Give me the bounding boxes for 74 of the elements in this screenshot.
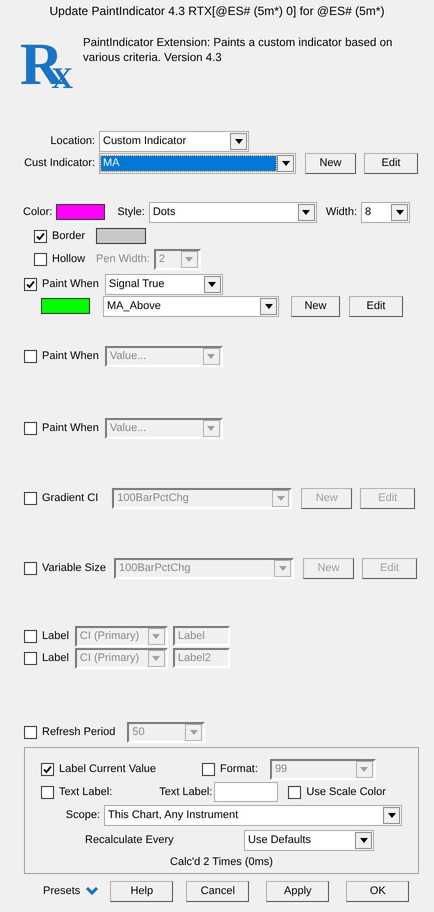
label: Presets — [43, 884, 80, 899]
label: Paint When — [42, 276, 99, 292]
dropdown[interactable]: Use Defaults — [244, 830, 374, 850]
label: Border — [52, 228, 86, 244]
checkmark-icon — [36, 232, 45, 240]
checkbox[interactable] — [34, 230, 47, 242]
label: Gradient CI — [42, 490, 98, 506]
dropdown[interactable]: Signal True — [104, 274, 223, 294]
label: Hollow — [52, 252, 86, 267]
description: PaintIndicator Extension: Paints a custom indicator based on various criteria. Version 4.3 — [83, 36, 393, 66]
checkbox[interactable] — [41, 786, 54, 798]
color-swatch[interactable] — [56, 204, 106, 220]
caret-icon — [396, 210, 404, 214]
push-button[interactable]: Cancel — [186, 880, 250, 902]
label: Label Current Value — [59, 762, 156, 777]
caret-icon — [360, 766, 368, 772]
push-button[interactable]: OK — [346, 880, 410, 902]
checkbox[interactable] — [288, 786, 302, 798]
label: Style: — [117, 204, 145, 220]
push-button[interactable]: Apply — [266, 880, 330, 902]
label: Label — [42, 628, 69, 644]
caret-icon — [152, 634, 160, 638]
label: Use Scale Color — [306, 784, 386, 800]
dropdown[interactable]: MA — [99, 152, 296, 174]
caret-icon — [190, 730, 198, 734]
checkmark-icon — [26, 280, 35, 288]
label: Label — [42, 650, 69, 666]
label: Format: — [220, 762, 258, 777]
chevron-down-icon[interactable] — [86, 887, 98, 895]
label: Paint When — [42, 420, 99, 436]
caret-icon — [207, 426, 216, 430]
label: Location: — [50, 134, 95, 149]
color-swatch[interactable] — [41, 298, 90, 314]
checkmark-icon — [43, 764, 52, 774]
caret-icon — [276, 496, 285, 500]
dropdown[interactable]: 8 — [361, 202, 410, 222]
checkbox[interactable] — [24, 278, 37, 290]
text-field[interactable] — [214, 782, 278, 802]
window-title: Update PaintIndicator 4.3 RTX[@ES# (5m*) 0] for @ES# (5m*) — [50, 3, 384, 20]
push-button[interactable]: Help — [110, 880, 174, 902]
push-button[interactable]: Edit — [349, 296, 403, 316]
label: Width: — [326, 204, 358, 220]
push-button[interactable]: New — [291, 296, 340, 316]
caret-icon — [264, 304, 272, 308]
label: Calc'd 2 Times (0ms) — [170, 854, 273, 870]
caret-icon — [207, 354, 216, 358]
label: Color: — [23, 204, 52, 220]
caret-icon — [302, 210, 310, 214]
dropdown[interactable]: Dots — [148, 202, 317, 222]
label: Paint When — [42, 348, 99, 364]
push-button[interactable]: New — [305, 152, 356, 174]
label: Variable Size — [42, 560, 106, 576]
label: Pen Width: — [96, 252, 150, 267]
caret-icon — [208, 282, 216, 286]
caret-icon — [152, 656, 160, 660]
caret-icon — [388, 812, 396, 818]
color-swatch[interactable] — [96, 228, 146, 244]
caret-icon — [360, 838, 368, 842]
caret-icon — [278, 566, 286, 570]
label: Text Label: — [59, 784, 112, 800]
caret-icon — [282, 160, 290, 166]
label: Recalculate Every — [85, 832, 174, 848]
caret-icon — [234, 138, 242, 144]
dropdown[interactable]: Custom Indicator — [99, 130, 249, 152]
checkbox[interactable] — [34, 252, 47, 266]
dropdown[interactable]: This Chart, Any Instrument — [104, 804, 402, 826]
label: Text Label: — [159, 784, 212, 800]
label: Refresh Period — [42, 724, 116, 740]
label: Scope: — [66, 808, 100, 823]
label: Cust Indicator: — [24, 156, 95, 171]
checkbox[interactable] — [41, 762, 54, 776]
caret-icon — [185, 256, 194, 262]
dropdown[interactable]: MA_Above — [103, 296, 279, 316]
push-button[interactable]: Edit — [364, 152, 418, 174]
